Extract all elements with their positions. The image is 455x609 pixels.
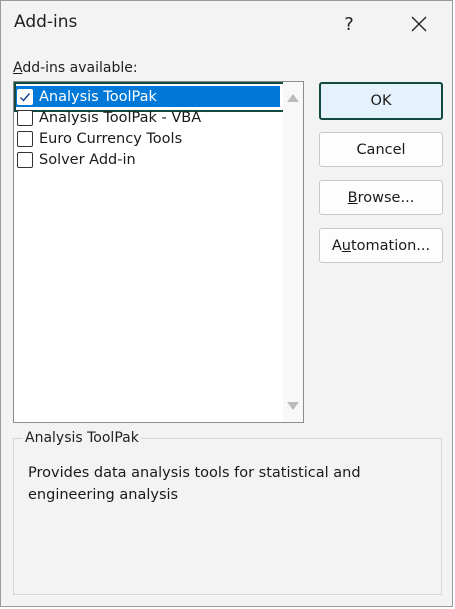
list-item-label: Analysis ToolPak - VBA <box>39 109 202 126</box>
description-text: Provides data analysis tools for statist… <box>28 465 361 503</box>
close-button[interactable] <box>404 9 434 39</box>
help-icon: ? <box>344 13 354 35</box>
list-item-euro-currency-tools[interactable]: Euro Currency Tools <box>15 128 280 149</box>
list-item-solver-add-in[interactable]: Solver Add-in <box>15 149 280 170</box>
add-ins-dialog: Add-ins ? Add-ins available: Analysis To… <box>0 0 453 607</box>
checkbox-analysis-toolpak-vba[interactable] <box>17 109 33 126</box>
add-ins-listbox[interactable]: Analysis ToolPak Analysis ToolPak - VBA … <box>13 81 304 423</box>
list-item-analysis-toolpak[interactable]: Analysis ToolPak <box>15 86 280 107</box>
add-ins-available-label: Add-ins available: <box>13 60 138 76</box>
listbox-scrollbar[interactable] <box>283 82 303 422</box>
scroll-down-arrow-icon[interactable] <box>287 402 299 410</box>
cancel-button[interactable]: Cancel <box>319 132 443 167</box>
list-item-label: Analysis ToolPak <box>39 88 157 105</box>
automation-button[interactable]: Au tomation... <box>319 228 443 263</box>
browse-button[interactable]: Browse... <box>319 180 443 215</box>
ok-button[interactable]: OK <box>319 82 443 120</box>
list-item-label: Solver Add-in <box>39 151 136 168</box>
checkmark-icon <box>20 92 31 102</box>
checkbox-analysis-toolpak[interactable] <box>17 88 33 105</box>
scroll-up-arrow-icon[interactable] <box>287 94 299 102</box>
help-button[interactable]: ? <box>334 9 364 39</box>
title-bar: Add-ins ? <box>1 1 452 47</box>
list-item-analysis-toolpak-vba[interactable]: Analysis ToolPak - VBA <box>15 107 280 128</box>
list-item-label: Euro Currency Tools <box>39 130 183 147</box>
dialog-title: Add-ins <box>14 12 78 32</box>
close-icon <box>411 16 427 32</box>
checkbox-solver-add-in[interactable] <box>17 151 33 168</box>
description-title: Analysis ToolPak <box>23 430 141 446</box>
checkbox-euro-currency-tools[interactable] <box>17 130 33 147</box>
